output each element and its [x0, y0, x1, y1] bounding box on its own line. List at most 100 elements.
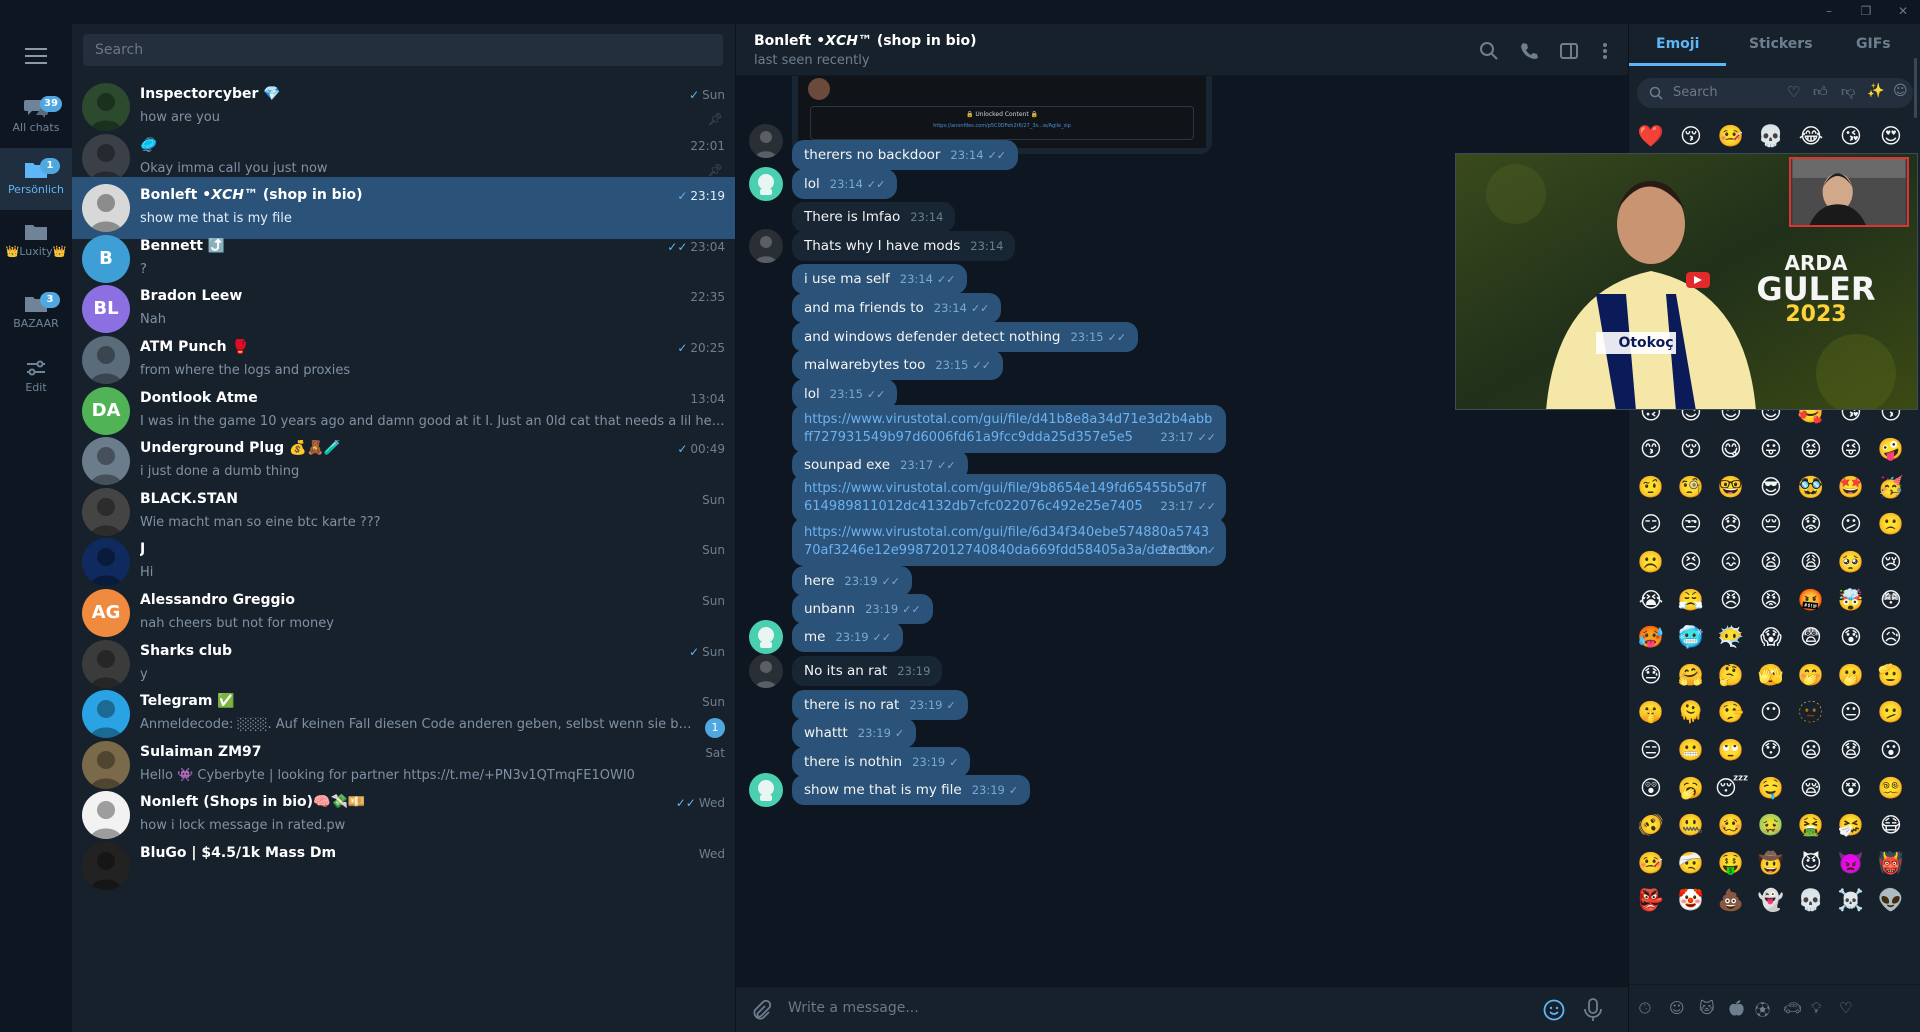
- emoji-button[interactable]: 💩: [1715, 884, 1747, 916]
- minimize-icon[interactable]: –: [1822, 4, 1836, 18]
- restore-icon[interactable]: ❐: [1859, 4, 1873, 18]
- emoji-button[interactable]: 🤭: [1795, 659, 1827, 691]
- message-bubble-link[interactable]: https://www.virustotal.com/gui/file/d41b…: [792, 405, 1226, 453]
- emoji-button[interactable]: 🤯: [1835, 584, 1867, 616]
- emoji-button[interactable]: 😘: [1835, 120, 1867, 152]
- emoji-button[interactable]: 😠: [1715, 584, 1747, 616]
- emoji-button[interactable]: 😬: [1675, 734, 1707, 766]
- search-icon[interactable]: [1478, 40, 1500, 62]
- emoji-button[interactable]: 😕: [1835, 508, 1867, 540]
- emoji-button[interactable]: 👻: [1755, 884, 1787, 916]
- emoji-button[interactable]: 😧: [1835, 734, 1867, 766]
- avatar[interactable]: [749, 654, 783, 688]
- tab-emoji[interactable]: Emoji: [1656, 36, 1699, 52]
- emoji-button[interactable]: 🤡: [1675, 884, 1707, 916]
- message-bubble[interactable]: therers no backdoor 23:14 ✓✓: [792, 140, 1019, 170]
- travel-category-icon[interactable]: 🚗︎: [1783, 999, 1802, 1017]
- emoji-button[interactable]: 😟: [1795, 508, 1827, 540]
- emoji-button[interactable]: 🥱: [1675, 772, 1707, 804]
- food-category-icon[interactable]: 🍎︎: [1727, 999, 1746, 1017]
- emoji-toggle-icon[interactable]: [1542, 998, 1566, 1022]
- emoji-button[interactable]: 😒: [1675, 508, 1707, 540]
- emoji-button[interactable]: 😢: [1875, 546, 1907, 578]
- emoji-button[interactable]: 😲: [1635, 772, 1667, 804]
- emoji-button[interactable]: 😪: [1795, 772, 1827, 804]
- chat-title[interactable]: Bonleft •𝙓𝘾𝙃™ (shop in bio): [754, 33, 977, 49]
- emoji-button[interactable]: 🥶: [1675, 621, 1707, 653]
- emoji-button[interactable]: 😓: [1635, 659, 1667, 691]
- emoji-button[interactable]: 😙: [1635, 433, 1667, 465]
- emoji-button[interactable]: 🫠: [1675, 696, 1707, 728]
- emoji-button[interactable]: 😵‍💫: [1875, 772, 1907, 804]
- emoji-button[interactable]: 🤫: [1635, 696, 1667, 728]
- avatar[interactable]: [749, 620, 783, 654]
- emoji-button[interactable]: 😳: [1875, 584, 1907, 616]
- emoji-button[interactable]: 🤒: [1635, 847, 1667, 879]
- emoji-search-input[interactable]: Search ♡ 👍︎ 👎︎ ✨ ☺: [1637, 78, 1913, 108]
- emoji-button[interactable]: 🤬: [1795, 584, 1827, 616]
- emoji-button[interactable]: 😨: [1795, 621, 1827, 653]
- call-icon[interactable]: [1518, 40, 1540, 62]
- message-bubble[interactable]: malwarebytes too 23:15 ✓✓: [792, 350, 1003, 380]
- emoji-button[interactable]: 😋: [1715, 433, 1747, 465]
- webcam-overlay[interactable]: [1789, 157, 1909, 227]
- search-input[interactable]: Search: [83, 34, 723, 66]
- emoji-button[interactable]: 😚: [1675, 433, 1707, 465]
- recent-clock-icon[interactable]: 🕓︎: [1639, 999, 1651, 1017]
- emoji-button[interactable]: 😴: [1715, 772, 1749, 804]
- emoji-button[interactable]: 😜: [1835, 433, 1867, 465]
- emoji-button[interactable]: 🤒: [1715, 120, 1747, 152]
- emoji-button[interactable]: 🤕: [1675, 847, 1707, 879]
- emoji-button[interactable]: 😱: [1755, 621, 1787, 653]
- emoji-button[interactable]: 🙄: [1715, 734, 1747, 766]
- message-bubble[interactable]: there is nothin 23:19 ✓: [792, 747, 971, 777]
- emoji-button[interactable]: ❤️: [1635, 120, 1667, 152]
- emoji-button[interactable]: 🤨: [1635, 471, 1667, 503]
- emoji-button[interactable]: 😣: [1675, 546, 1707, 578]
- message-input[interactable]: Write a message...: [788, 1000, 919, 1016]
- emoji-button[interactable]: 🤢: [1755, 809, 1787, 841]
- message-bubble[interactable]: show me that is my file 23:19 ✓: [792, 775, 1031, 805]
- message-bubble[interactable]: whattt 23:19 ✓: [792, 718, 917, 748]
- emoji-button[interactable]: 😵: [1835, 772, 1867, 804]
- emoji-button[interactable]: 😤: [1675, 584, 1707, 616]
- emoji-button[interactable]: 😰: [1835, 621, 1867, 653]
- message-bubble[interactable]: and windows defender detect nothing 23:15…: [792, 322, 1139, 352]
- emoji-button[interactable]: 😶‍🌫️: [1715, 621, 1747, 653]
- message-bubble-link[interactable]: https://www.virustotal.com/gui/file/6d34…: [792, 518, 1226, 566]
- emoji-button[interactable]: 😂: [1795, 120, 1827, 152]
- emoji-button[interactable]: 👿: [1835, 847, 1867, 879]
- emoji-button[interactable]: 🥺: [1835, 546, 1867, 578]
- emoji-button[interactable]: 😛: [1755, 433, 1787, 465]
- picture-in-picture-video[interactable]: Otokoç ARDA GULER 2023: [1455, 153, 1918, 410]
- animals-category-icon[interactable]: 🐱︎: [1699, 999, 1715, 1017]
- chat-header[interactable]: Bonleft •𝙓𝘾𝙃™ (shop in bio) last seen re…: [736, 24, 1629, 76]
- emoji-button[interactable]: 🤮: [1795, 809, 1827, 841]
- thumbs-down-icon[interactable]: 👎︎: [1841, 83, 1855, 100]
- emoji-button[interactable]: 😖: [1715, 546, 1747, 578]
- emoji-button[interactable]: 😥: [1875, 621, 1907, 653]
- message-bubble[interactable]: there is no rat 23:19 ✓: [792, 690, 968, 720]
- folder-personal[interactable]: 1 Persönlich: [0, 148, 72, 210]
- emoji-button[interactable]: 🧐: [1675, 471, 1707, 503]
- emoji-button[interactable]: ☠️: [1835, 884, 1867, 916]
- emoji-button[interactable]: 😯: [1755, 734, 1787, 766]
- emoji-button[interactable]: 🤑: [1715, 847, 1747, 879]
- emoji-button[interactable]: 😡: [1755, 584, 1787, 616]
- emoji-button[interactable]: 🤪: [1875, 433, 1907, 465]
- emoji-button[interactable]: 🥴: [1715, 809, 1747, 841]
- smileys-category-icon[interactable]: ☺: [1669, 999, 1685, 1017]
- emoji-button[interactable]: 🫨: [1635, 809, 1667, 841]
- message-bubble[interactable]: and ma friends to 23:14 ✓✓: [792, 293, 1002, 323]
- emoji-button[interactable]: 😚: [1675, 120, 1707, 152]
- emoji-button[interactable]: 😫: [1755, 546, 1787, 578]
- emoji-button[interactable]: 🥵: [1635, 621, 1667, 653]
- message-bubble[interactable]: Thats why I have mods 23:14: [792, 231, 1016, 261]
- emoji-button[interactable]: 🫣: [1755, 659, 1787, 691]
- emoji-button[interactable]: 😏: [1635, 508, 1667, 540]
- emoji-button[interactable]: 🫤: [1875, 696, 1907, 728]
- sidebar-toggle-icon[interactable]: [1558, 40, 1580, 62]
- emoji-button[interactable]: 💀: [1795, 884, 1827, 916]
- emoji-button[interactable]: 😦: [1795, 734, 1827, 766]
- emoji-button[interactable]: 👺: [1635, 884, 1667, 916]
